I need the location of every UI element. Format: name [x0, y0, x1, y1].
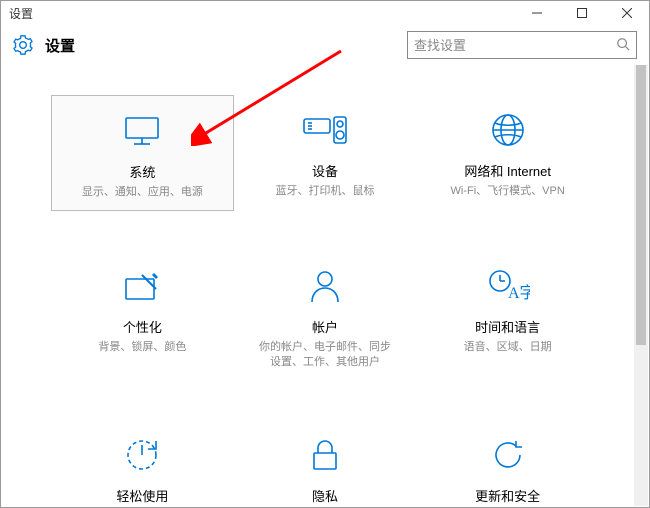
tile-ease-of-access[interactable]: 轻松使用 [51, 420, 234, 507]
tile-accounts[interactable]: 帐户 你的帐户、电子邮件、同步设置、工作、其他用户 [234, 251, 417, 380]
tiles-grid: 系统 显示、通知、应用、电源 设备 蓝牙、打印机、鼠标 网络和 Internet… [11, 85, 639, 507]
accounts-icon [308, 265, 342, 307]
minimize-icon [532, 8, 542, 18]
tile-title: 网络和 Internet [464, 161, 551, 180]
tile-title: 个性化 [123, 317, 162, 336]
tile-desc: Wi-Fi、飞行模式、VPN [451, 184, 565, 199]
tile-devices[interactable]: 设备 蓝牙、打印机、鼠标 [234, 95, 417, 211]
tile-desc: 语音、区域、日期 [464, 340, 552, 355]
close-icon [622, 8, 632, 18]
maximize-button[interactable] [559, 1, 604, 25]
tile-title: 帐户 [312, 317, 338, 336]
tile-desc: 蓝牙、打印机、鼠标 [275, 184, 374, 199]
page-title: 设置 [45, 35, 75, 56]
globe-icon [490, 109, 526, 151]
tile-desc: 你的帐户、电子邮件、同步设置、工作、其他用户 [255, 340, 395, 370]
close-button[interactable] [604, 1, 649, 25]
vertical-scrollbar[interactable] [634, 65, 648, 506]
header: 设置 [1, 25, 649, 65]
tile-network[interactable]: 网络和 Internet Wi-Fi、飞行模式、VPN [416, 95, 599, 211]
tile-system[interactable]: 系统 显示、通知、应用、电源 [51, 95, 234, 211]
personalization-icon [122, 265, 162, 307]
tile-title: 设备 [312, 161, 338, 180]
svg-text:A字: A字 [508, 284, 530, 302]
tile-title: 隐私 [312, 486, 338, 505]
time-language-icon: A字 [486, 265, 530, 307]
lock-icon [310, 434, 340, 476]
tile-desc: 背景、锁屏、颜色 [98, 340, 186, 355]
update-icon [490, 434, 526, 476]
scrollbar-thumb[interactable] [636, 65, 646, 345]
search-input[interactable] [414, 38, 616, 53]
tile-time-language[interactable]: A字 时间和语言 语音、区域、日期 [416, 251, 599, 380]
tile-title: 系统 [129, 162, 155, 181]
tile-personalization[interactable]: 个性化 背景、锁屏、颜色 [51, 251, 234, 380]
tile-desc: 显示、通知、应用、电源 [82, 185, 203, 200]
tile-privacy[interactable]: 隐私 [234, 420, 417, 507]
titlebar: 设置 [1, 1, 649, 25]
content-area: 系统 显示、通知、应用、电源 设备 蓝牙、打印机、鼠标 网络和 Internet… [1, 65, 649, 507]
system-icon [122, 110, 162, 152]
search-box[interactable] [407, 31, 637, 59]
maximize-icon [577, 8, 587, 18]
devices-icon [302, 109, 348, 151]
tile-title: 更新和安全 [475, 486, 540, 505]
window-title: 设置 [9, 5, 33, 22]
tile-title: 时间和语言 [475, 317, 540, 336]
tile-update-security[interactable]: 更新和安全 [416, 420, 599, 507]
ease-of-access-icon [124, 434, 160, 476]
minimize-button[interactable] [514, 1, 559, 25]
search-icon [616, 37, 630, 54]
gear-icon [13, 35, 33, 55]
tile-title: 轻松使用 [116, 486, 168, 505]
settings-window: 设置 设置 [0, 0, 650, 508]
